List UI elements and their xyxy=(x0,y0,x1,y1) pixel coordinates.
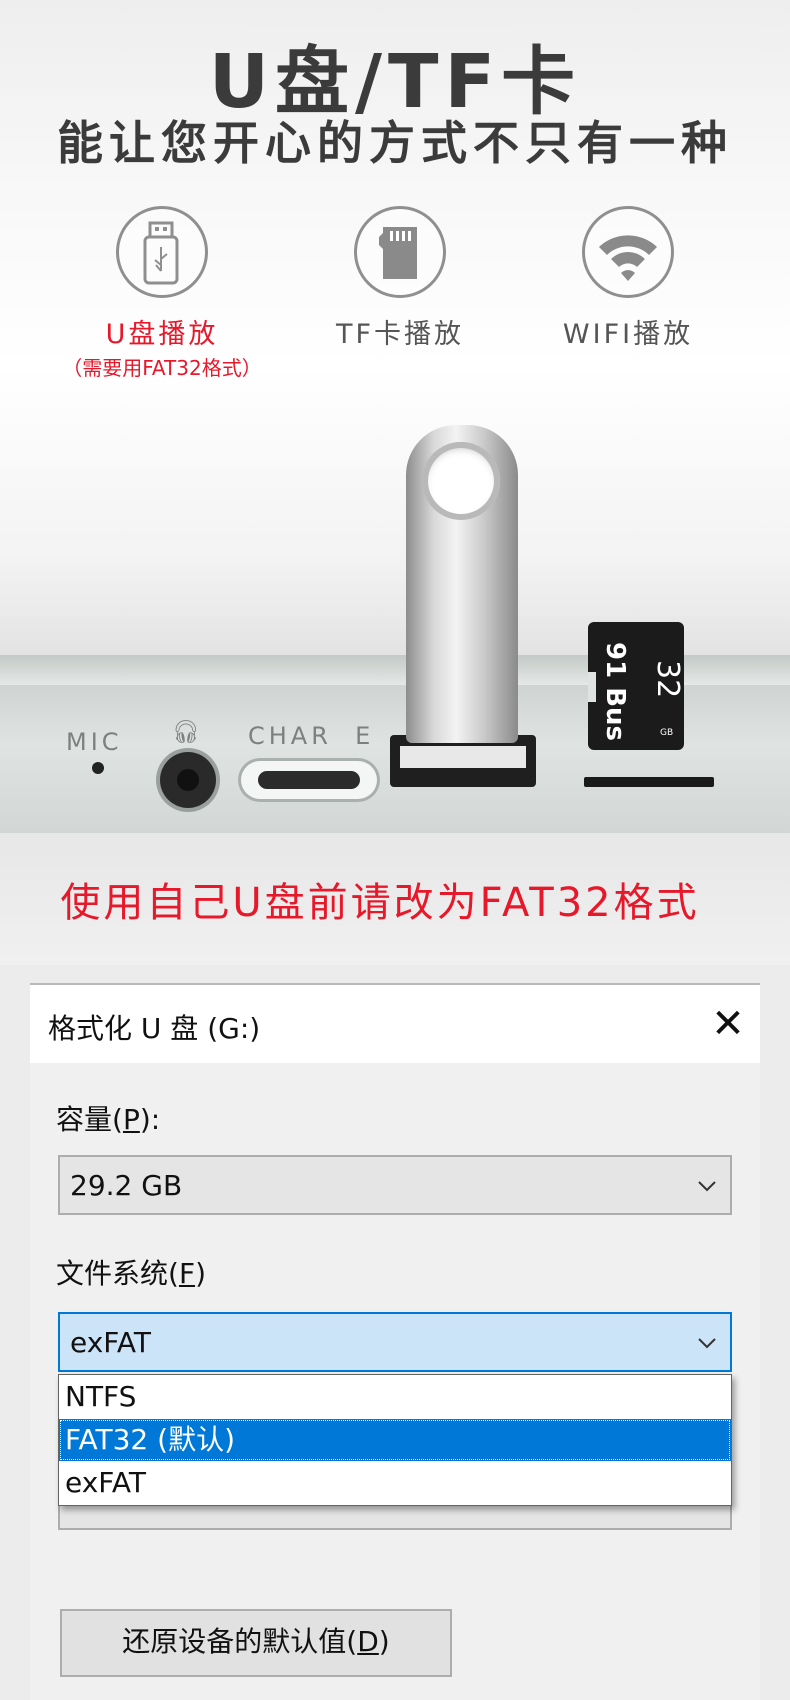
chevron-down-icon xyxy=(698,1338,716,1349)
option-ntfs[interactable]: NTFS xyxy=(59,1376,731,1418)
usb-drive-icon xyxy=(116,206,208,298)
close-icon[interactable]: ✕ xyxy=(700,996,756,1052)
promo-subtitle: 能让您开心的方式不只有一种 xyxy=(57,116,733,170)
feature-usb: U盘播放 （需要用FAT32格式） xyxy=(62,206,262,381)
feature-wifi: WIFI播放 xyxy=(528,206,728,351)
filesystem-value: exFAT xyxy=(70,1326,151,1359)
option-exfat[interactable]: exFAT xyxy=(59,1462,731,1504)
usb-stick-keyring-hole xyxy=(422,442,500,520)
feature-wifi-label: WIFI播放 xyxy=(562,319,694,350)
feature-usb-label: U盘播放 xyxy=(105,319,219,350)
chevron-down-icon xyxy=(698,1181,716,1192)
filesystem-select[interactable]: exFAT xyxy=(58,1312,732,1372)
promo-banner: U盘/TF卡 能让您开心的方式不只有一种 U盘播放 （需要用FAT32格式） T… xyxy=(0,0,790,965)
sd-card-icon xyxy=(354,206,446,298)
capacity-label: 容量(P): xyxy=(56,1103,161,1136)
format-warning: 使用自己U盘前请改为FAT32格式 xyxy=(60,880,700,926)
tf-card-unit: GB xyxy=(660,728,674,738)
tf-card-brand: 91 Bus xyxy=(600,642,630,742)
headphone-icon: 🎧︎ xyxy=(172,720,204,745)
tf-card-slot xyxy=(584,777,714,787)
tf-card-notch xyxy=(588,672,596,702)
capacity-select[interactable]: 29.2 GB xyxy=(58,1155,732,1215)
capacity-value: 29.2 GB xyxy=(70,1169,183,1202)
headphone-jack-inner xyxy=(177,769,199,791)
type-c-port-inner xyxy=(258,771,360,789)
restore-defaults-button[interactable]: 还原设备的默认值(D) xyxy=(60,1609,452,1677)
dialog-title: 格式化 U 盘 (G:) xyxy=(48,1012,261,1045)
mic-label: MIC xyxy=(66,728,123,756)
feature-usb-note: （需要用FAT32格式） xyxy=(62,356,262,380)
mic-hole xyxy=(92,762,104,774)
promo-title: U盘/TF卡 xyxy=(208,39,582,125)
filesystem-label: 文件系统(F) xyxy=(56,1257,206,1290)
feature-tf-label: TF卡播放 xyxy=(335,319,465,350)
feature-tf: TF卡播放 xyxy=(300,206,500,351)
option-fat32[interactable]: FAT32 (默认) xyxy=(59,1419,731,1461)
filesystem-dropdown-list: NTFS FAT32 (默认) exFAT xyxy=(58,1374,732,1506)
charge-label: CHAR E xyxy=(248,722,375,750)
tf-card-capacity: 32 xyxy=(650,660,685,699)
usb-port-inner xyxy=(400,746,526,768)
wifi-icon xyxy=(582,206,674,298)
